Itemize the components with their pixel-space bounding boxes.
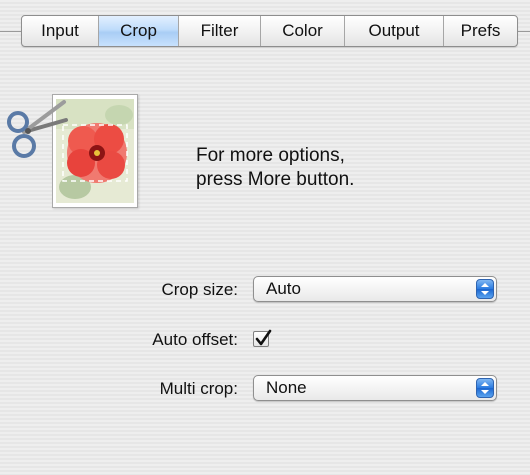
help-message-line1: For more options, [196,145,345,166]
tab-output[interactable]: Output [344,16,443,46]
crop-size-label: Crop size: [161,280,238,299]
tab-color[interactable]: Color [260,16,344,46]
auto-offset-label: Auto offset: [152,330,238,349]
tab-input[interactable]: Input [22,16,98,46]
multi-crop-value: None [266,378,307,397]
scissors-icon [4,98,68,173]
crop-size-value: Auto [266,279,301,298]
tab-crop[interactable]: Crop [98,16,178,46]
popup-arrows-icon [476,279,494,299]
crop-size-popup[interactable]: Auto [253,276,497,302]
tab-prefs[interactable]: Prefs [443,16,517,46]
popup-arrows-icon [476,378,494,398]
multi-crop-label: Multi crop: [159,379,238,398]
tab-bar: Input Crop Filter Color Output Prefs [21,15,518,47]
help-message: For more options, press More button. [196,144,354,192]
auto-offset-checkbox[interactable] [253,329,272,347]
multi-crop-popup[interactable]: None [253,375,497,401]
tab-filter[interactable]: Filter [178,16,260,46]
checkmark-icon [255,329,272,346]
help-message-line2: press More button. [196,169,355,190]
